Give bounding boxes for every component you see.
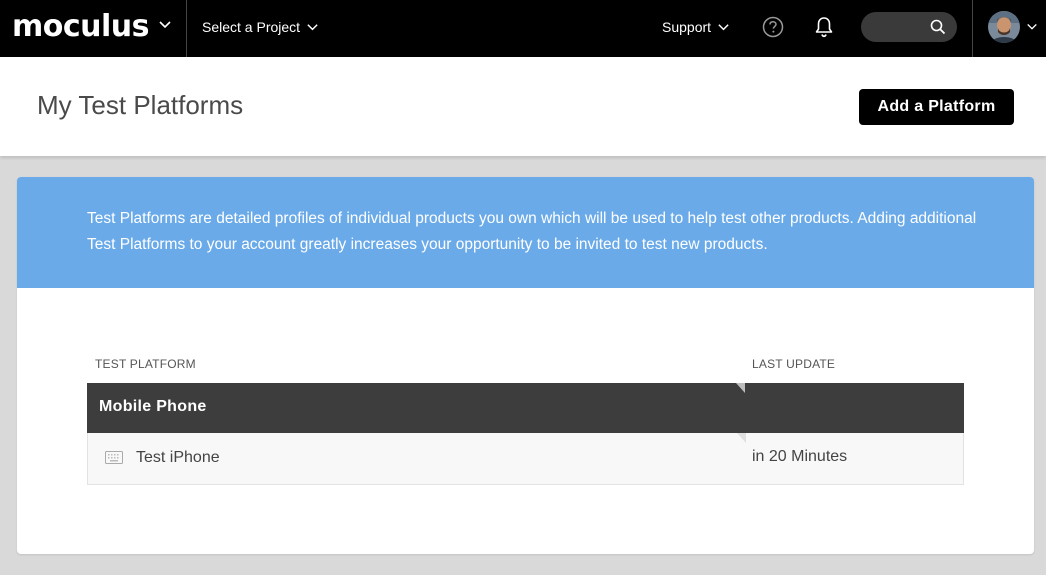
last-update: in 20 Minutes: [752, 448, 848, 465]
support-label: Support: [662, 19, 712, 35]
project-select-label: Select a Project: [202, 19, 301, 35]
column-header-last-update: LAST UPDATE: [752, 357, 836, 371]
add-platform-button[interactable]: Add a Platform: [859, 89, 1014, 125]
info-banner-text: Test Platforms are detailed profiles of …: [87, 210, 977, 253]
page-header: My Test Platforms Add a Platform: [0, 57, 1046, 156]
chevron-down-icon: [307, 23, 318, 30]
logo[interactable]: moculus: [12, 9, 150, 45]
platform-name[interactable]: Test iPhone: [136, 449, 220, 467]
chevron-down-icon: [718, 23, 729, 30]
support-menu[interactable]: Support: [662, 17, 730, 37]
chevron-down-icon[interactable]: [158, 18, 172, 32]
chevron-down-icon[interactable]: [1026, 21, 1038, 33]
group-row-mobile-phone[interactable]: Mobile Phone: [87, 383, 964, 433]
search-icon[interactable]: [930, 19, 946, 35]
column-header-test-platform: TEST PLATFORM: [95, 357, 196, 371]
top-nav: moculus Select a Project Support: [0, 0, 1046, 57]
page-title: My Test Platforms: [37, 90, 244, 120]
project-select[interactable]: Select a Project: [202, 17, 319, 37]
keyboard-icon: [105, 451, 123, 464]
platforms-card: Test Platforms are detailed profiles of …: [17, 177, 1034, 554]
bell-icon[interactable]: [813, 15, 835, 39]
user-avatar[interactable]: [988, 11, 1020, 43]
nav-divider: [972, 0, 973, 57]
info-banner: Test Platforms are detailed profiles of …: [17, 177, 1034, 288]
row-notch: [737, 433, 746, 443]
table-row[interactable]: Test iPhone in 20 Minutes: [87, 433, 964, 485]
row-notch: [736, 383, 745, 393]
group-label: Mobile Phone: [99, 398, 207, 415]
help-circle-icon[interactable]: [762, 16, 784, 38]
search-input[interactable]: [861, 12, 957, 42]
nav-divider: [186, 0, 187, 57]
